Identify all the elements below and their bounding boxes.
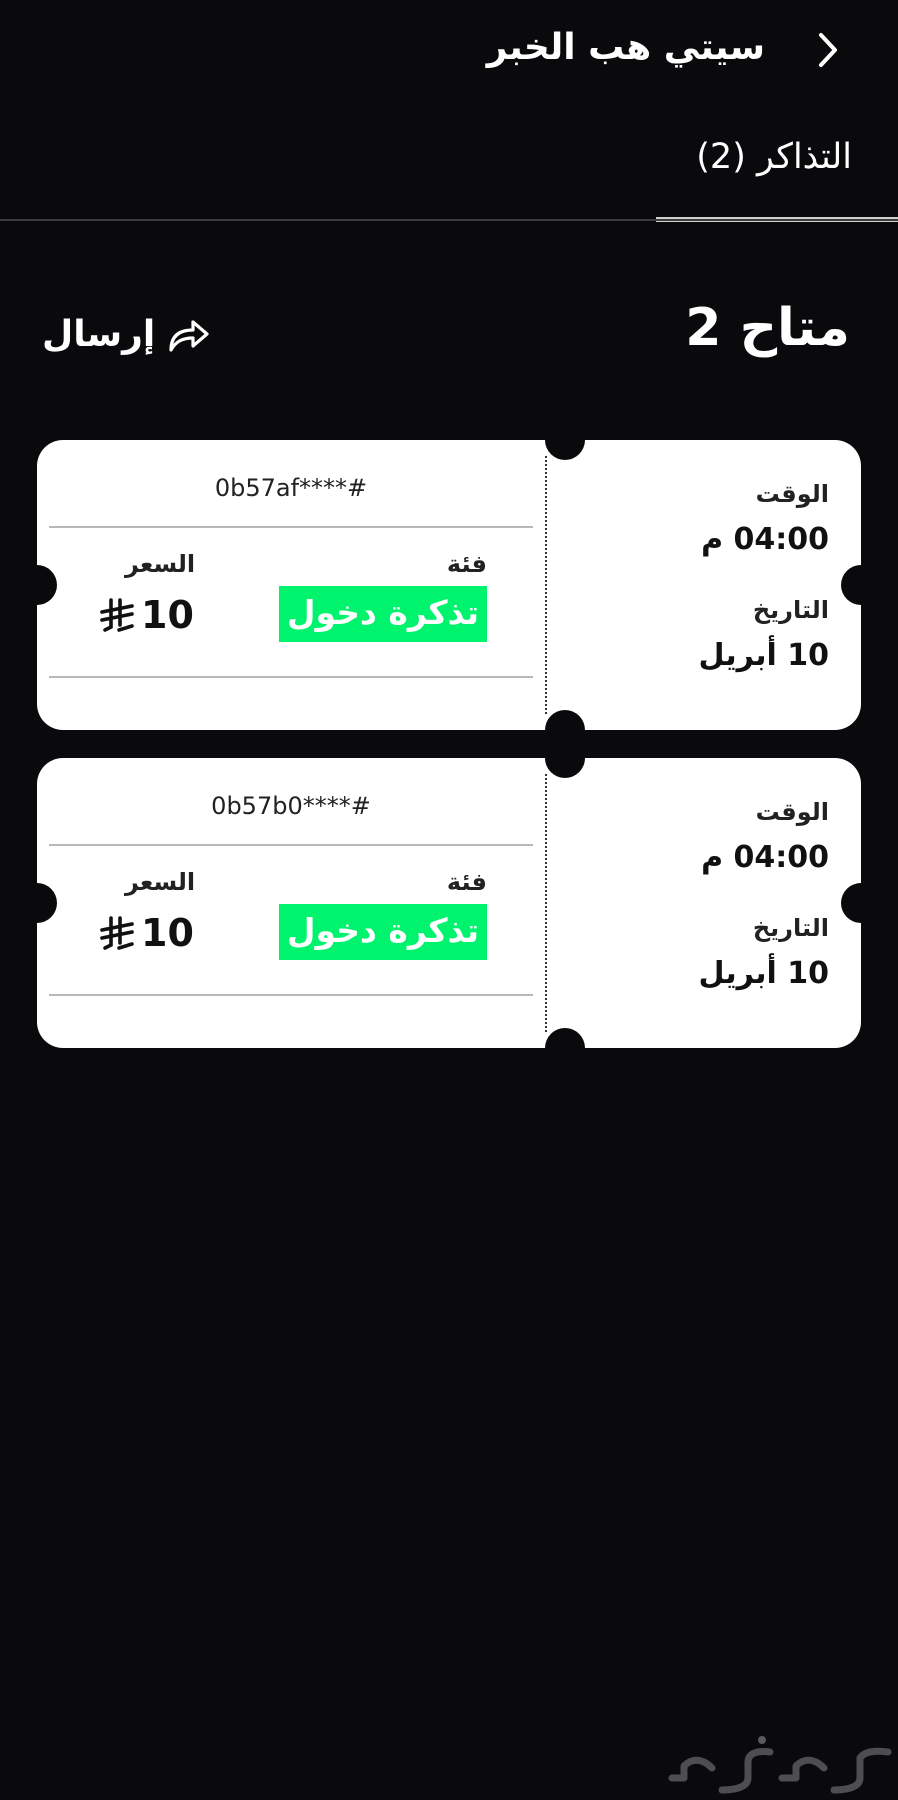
saudi-riyal-icon (100, 598, 134, 632)
category-badge: تذكرة دخول (278, 904, 487, 960)
send-button[interactable]: إرسال (42, 304, 213, 364)
tab-tickets[interactable]: التذاكر (2) (656, 120, 898, 222)
ticket-main: 0b57af****# فئة السعر تذكرة دخول 10 (49, 440, 533, 730)
date-value: 10 أبريل (698, 638, 829, 673)
category-badge: تذكرة دخول (278, 586, 487, 642)
perforation-line (545, 774, 547, 1032)
ticket-id: 0b57b0****# (211, 792, 371, 820)
ticket-id: 0b57af****# (214, 474, 368, 502)
ticket-main: 0b57b0****# فئة السعر تذكرة دخول 10 (49, 758, 533, 1048)
divider (49, 526, 533, 528)
time-label: الوقت (755, 480, 829, 508)
ticket-page: سيتي هب الخبر التذاكر (2) متاح 2 إرسال 0… (0, 0, 898, 1800)
tab-divider (0, 219, 898, 221)
send-label: إرسال (42, 313, 156, 355)
date-value: 10 أبريل (698, 956, 829, 991)
price-amount: 10 (141, 911, 194, 955)
category-label: فئة (446, 550, 487, 578)
price-label: السعر (125, 868, 196, 896)
divider (49, 844, 533, 846)
date-label: التاريخ (752, 596, 829, 624)
tab-tickets-label: التذاكر (2) (696, 137, 852, 177)
perforation-line (545, 456, 547, 714)
divider (49, 994, 533, 996)
haraj-watermark-logo (668, 1736, 892, 1794)
tab-bar: التذاكر (2) (0, 120, 898, 222)
app-header: سيتي هب الخبر (0, 0, 898, 100)
category-label: فئة (446, 868, 487, 896)
price-label: السعر (125, 550, 196, 578)
divider (49, 676, 533, 678)
price-amount: 10 (141, 593, 194, 637)
date-label: التاريخ (752, 914, 829, 942)
share-arrow-icon (169, 320, 209, 352)
ticket-card[interactable]: 0b57b0****# فئة السعر تذكرة دخول 10 الوق… (17, 738, 881, 1068)
ticket-stub: الوقت 04:00 م التاريخ 10 أبريل (567, 758, 861, 1048)
ticket-card[interactable]: 0b57af****# فئة السعر تذكرة دخول 10 الوق… (17, 420, 881, 750)
time-value: 04:00 م (701, 522, 829, 557)
price: 10 (99, 906, 194, 960)
saudi-riyal-icon (100, 916, 134, 950)
chevron-right-icon (819, 33, 837, 67)
availability-title: متاح 2 (685, 298, 850, 358)
time-label: الوقت (755, 798, 829, 826)
time-value: 04:00 م (701, 840, 829, 875)
back-button[interactable] (798, 22, 858, 78)
page-title: سيتي هب الخبر (486, 27, 765, 68)
price: 10 (99, 588, 194, 642)
ticket-stub: الوقت 04:00 م التاريخ 10 أبريل (567, 440, 861, 730)
